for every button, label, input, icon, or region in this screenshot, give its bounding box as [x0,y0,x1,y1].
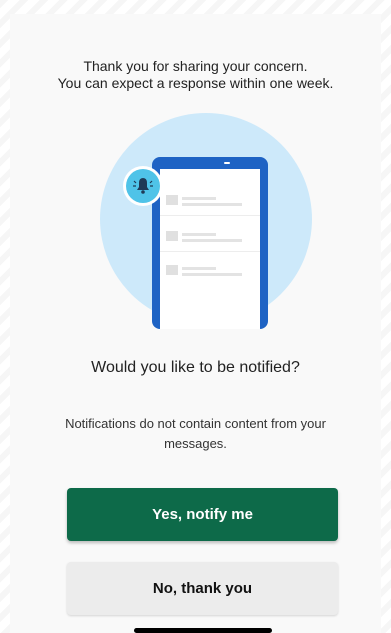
confirmation-message: Thank you for sharing your concern. You … [10,58,381,92]
yes-notify-label: Yes, notify me [152,506,253,523]
phone-notification-illustration [100,113,312,329]
notify-question: Would you like to be notified? [91,359,300,376]
confirmation-line-1: Thank you for sharing your concern. [83,58,308,74]
confirmation-line-2: You can expect a response within one wee… [57,75,334,91]
notification-privacy-note: Notifications do not contain content fro… [65,416,326,451]
home-indicator[interactable] [134,628,272,633]
no-thanks-button[interactable]: No, thank you [67,562,338,615]
bell-badge-icon [123,166,163,206]
yes-notify-button[interactable]: Yes, notify me [67,488,338,541]
no-thanks-label: No, thank you [152,580,253,597]
notification-prompt-card: Thank you for sharing your concern. You … [10,14,381,633]
phone-icon [152,157,268,329]
